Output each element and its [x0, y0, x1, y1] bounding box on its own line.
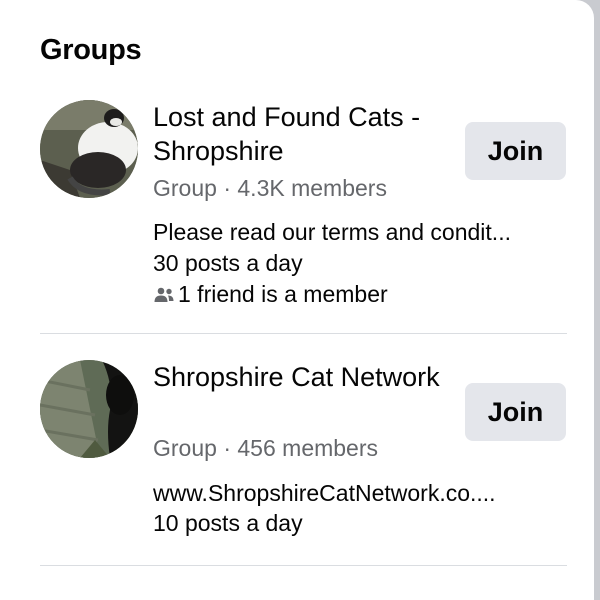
- group-description: Please read our terms and condit...: [153, 219, 511, 245]
- group-type: Group: [153, 175, 217, 201]
- group-meta: Group · 456 members: [153, 433, 378, 463]
- cat-photo-icon: [40, 360, 138, 458]
- join-button[interactable]: Join: [465, 122, 566, 180]
- groups-card: Groups Lost and Found Cats - Shropshire …: [0, 0, 594, 600]
- join-button[interactable]: Join: [465, 383, 566, 441]
- group-type: Group: [153, 435, 217, 461]
- friend-membership: 1 friend is a member: [153, 279, 388, 310]
- member-count: 456 members: [237, 435, 379, 461]
- group-name[interactable]: Lost and Found Cats - Shropshire: [153, 100, 453, 168]
- divider: [40, 565, 567, 566]
- member-count: 4.3K members: [237, 175, 387, 201]
- group-item[interactable]: Shropshire Cat Network Group · 456 membe…: [0, 360, 594, 567]
- group-avatar[interactable]: [40, 100, 138, 198]
- group-item[interactable]: Lost and Found Cats - Shropshire Group ·…: [0, 100, 594, 334]
- group-description: www.ShropshireCatNetwork.co....: [153, 480, 496, 506]
- friends-icon: [154, 287, 174, 302]
- section-title: Groups: [40, 34, 142, 66]
- group-activity: 30 posts a day: [153, 250, 303, 276]
- group-avatar[interactable]: [40, 360, 138, 458]
- group-name[interactable]: Shropshire Cat Network: [153, 360, 453, 394]
- meta-separator: ·: [223, 435, 231, 461]
- cat-photo-icon: [40, 100, 138, 198]
- group-activity: 10 posts a day: [153, 510, 303, 536]
- divider: [40, 333, 567, 334]
- meta-separator: ·: [223, 175, 231, 201]
- friend-count-text: 1 friend is a member: [178, 281, 388, 307]
- group-meta: Group · 4.3K members: [153, 173, 387, 203]
